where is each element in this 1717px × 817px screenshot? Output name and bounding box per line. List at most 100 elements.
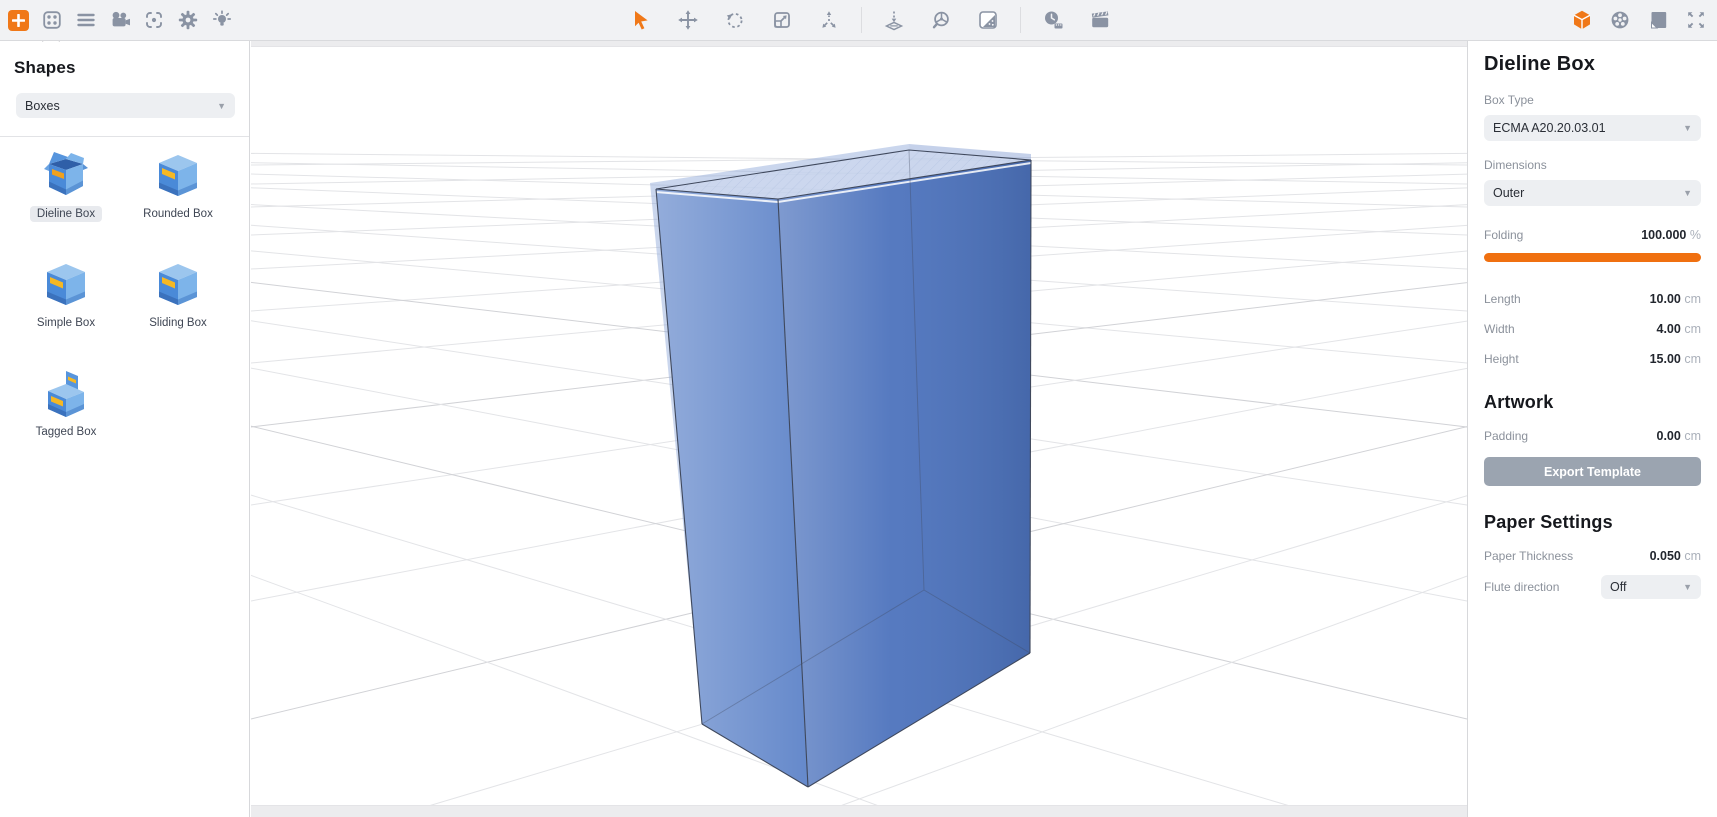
add-shape-button[interactable] xyxy=(8,10,29,31)
width-value[interactable]: 4.00 cm xyxy=(1657,322,1702,336)
orbit-center-icon xyxy=(930,9,952,31)
padding-row: Padding 0.00 cm xyxy=(1484,429,1701,443)
spread-tool-button[interactable] xyxy=(818,9,840,31)
rotate-tool-button[interactable] xyxy=(724,9,746,31)
rotate-circle-icon xyxy=(724,9,746,31)
toolbar-separator xyxy=(1020,7,1021,33)
flute-direction-select[interactable]: Off ▼ xyxy=(1601,575,1701,599)
render-button[interactable] xyxy=(1609,9,1631,31)
toolbar-view-group xyxy=(1571,0,1707,40)
tree-list-button[interactable] xyxy=(75,9,97,31)
chevron-down-icon: ▼ xyxy=(1683,123,1692,133)
select-tool-button[interactable] xyxy=(630,9,652,31)
dimensions-value: Outer xyxy=(1493,186,1524,200)
box-right-face-sheen xyxy=(778,160,1031,787)
tagged-box-icon xyxy=(40,367,92,419)
shape-item-tagged-box[interactable]: Tagged Box xyxy=(10,367,122,440)
box-type-value: ECMA A20.20.03.01 xyxy=(1493,121,1606,135)
closed-box-icon xyxy=(152,258,204,310)
shape-item-sliding-box[interactable]: Sliding Box xyxy=(122,258,234,331)
shape-item-label: Tagged Box xyxy=(29,424,104,440)
shape-item-label: Rounded Box xyxy=(136,206,220,222)
viewport-3d[interactable] xyxy=(251,41,1467,817)
shape-item-rounded-box[interactable]: Rounded Box xyxy=(122,149,234,222)
scale-tool-button[interactable] xyxy=(771,9,793,31)
gradient-corner-icon xyxy=(977,9,999,31)
plus-icon xyxy=(12,14,25,27)
dimensions-label: Dimensions xyxy=(1484,158,1701,172)
shape-item-simple-box[interactable]: Simple Box xyxy=(10,258,122,331)
shape-item-label: Dieline Box xyxy=(30,206,102,222)
cube-3d-icon xyxy=(1571,9,1593,31)
shape-item-label: Simple Box xyxy=(30,315,102,331)
height-label: Height xyxy=(1484,352,1519,366)
shape-category-value: Boxes xyxy=(25,99,60,113)
library-button[interactable] xyxy=(41,9,63,31)
materials-button[interactable] xyxy=(977,9,999,31)
settings-button[interactable] xyxy=(177,9,199,31)
lightbulb-icon xyxy=(211,9,233,31)
box-type-label: Box Type xyxy=(1484,93,1701,107)
toolbar-separator xyxy=(861,7,862,33)
folding-value[interactable]: 100.000 % xyxy=(1641,228,1701,242)
paper-thickness-row: Paper Thickness 0.050 cm xyxy=(1484,549,1701,563)
camera-button[interactable] xyxy=(109,9,131,31)
width-row: Width 4.00 cm xyxy=(1484,322,1701,336)
shape-grid: Dieline Box Rounded Box Simple xyxy=(10,149,249,440)
film-reel-icon xyxy=(1609,9,1631,31)
movie-camera-icon xyxy=(109,9,131,31)
folding-slider[interactable] xyxy=(1484,253,1701,262)
gear-icon xyxy=(177,9,199,31)
snapshot-button[interactable] xyxy=(1647,9,1669,31)
scene-mode-button[interactable] xyxy=(1571,9,1593,31)
shape-category-select[interactable]: Boxes ▼ xyxy=(16,93,235,118)
flute-direction-label: Flute direction xyxy=(1484,580,1559,594)
center-view-button[interactable] xyxy=(143,9,165,31)
flute-direction-row: Flute direction Off ▼ xyxy=(1484,575,1701,599)
length-value[interactable]: 10.00 cm xyxy=(1650,292,1701,306)
height-value[interactable]: 15.00 cm xyxy=(1650,352,1701,366)
width-label: Width xyxy=(1484,322,1515,336)
paper-settings-title: Paper Settings xyxy=(1484,512,1701,533)
box-type-select[interactable]: ECMA A20.20.03.01 ▼ xyxy=(1484,115,1701,141)
folding-label: Folding xyxy=(1484,228,1523,242)
folding-row: Folding 100.000 % xyxy=(1484,228,1701,242)
shape-item-label: Sliding Box xyxy=(142,315,214,331)
flute-direction-value: Off xyxy=(1610,580,1626,594)
drop-floor-icon xyxy=(883,9,905,31)
viewport-horizontal-scrollbar-bottom[interactable] xyxy=(251,805,1467,817)
paper-thickness-label: Paper Thickness xyxy=(1484,549,1573,563)
scatter-arrows-icon xyxy=(818,9,840,31)
shape-item-dieline-box[interactable]: Dieline Box xyxy=(10,149,122,222)
export-template-button[interactable]: Export Template xyxy=(1484,457,1701,486)
drop-to-floor-button[interactable] xyxy=(883,9,905,31)
chevron-down-icon: ▼ xyxy=(217,101,226,111)
scale-boxes-icon xyxy=(771,9,793,31)
menu-lines-icon xyxy=(75,9,97,31)
toolbar-left-group xyxy=(8,0,233,40)
length-row: Length 10.00 cm xyxy=(1484,292,1701,306)
length-label: Length xyxy=(1484,292,1521,306)
shapes-panel-title: Shapes xyxy=(14,58,249,78)
closed-box-icon xyxy=(152,149,204,201)
artwork-section-title: Artwork xyxy=(1484,392,1701,413)
chevron-down-icon: ▼ xyxy=(1683,188,1692,198)
paper-thickness-value[interactable]: 0.050 cm xyxy=(1650,549,1701,563)
move-tool-button[interactable] xyxy=(677,9,699,31)
shapes-divider xyxy=(0,136,249,137)
timeline-button[interactable] xyxy=(1042,9,1064,31)
move-arrows-icon xyxy=(677,9,699,31)
animation-button[interactable] xyxy=(1089,9,1111,31)
light-button[interactable] xyxy=(211,9,233,31)
look-at-center-button[interactable] xyxy=(930,9,952,31)
properties-title: Dieline Box xyxy=(1484,53,1701,76)
padding-value[interactable]: 0.00 cm xyxy=(1657,429,1702,443)
clapperboard-icon xyxy=(1089,9,1111,31)
main-toolbar xyxy=(0,0,1717,41)
viewport-canvas[interactable] xyxy=(251,47,1467,805)
fullscreen-button[interactable] xyxy=(1685,9,1707,31)
shapes-panel: Shapes Boxes ▼ Dieline Box xyxy=(0,41,250,817)
dimensions-select[interactable]: Outer ▼ xyxy=(1484,180,1701,206)
cursor-arrow-icon xyxy=(630,9,652,31)
expand-arrows-icon xyxy=(1685,9,1707,31)
